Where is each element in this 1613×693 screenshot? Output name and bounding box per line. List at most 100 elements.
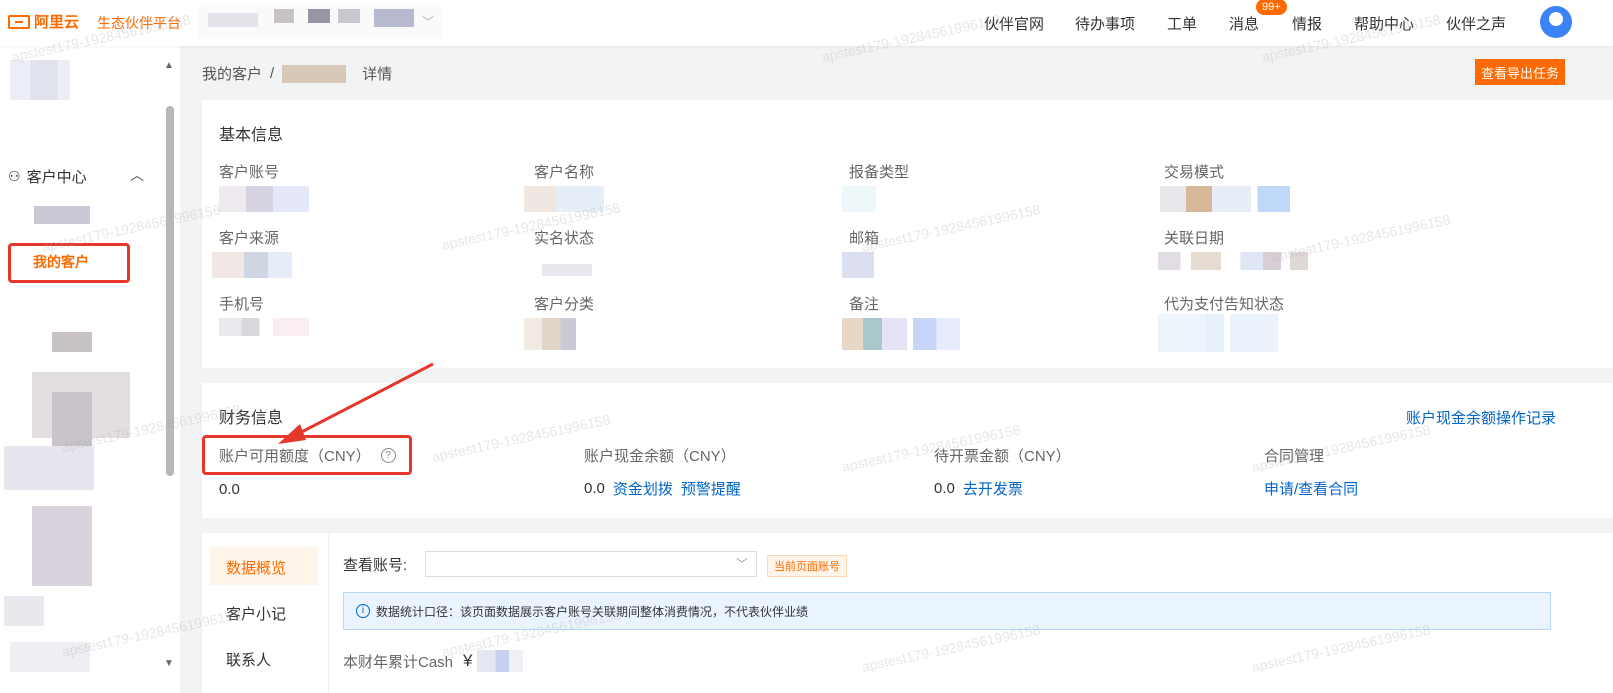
users-icon: ⚇ (8, 168, 21, 184)
redacted-value (542, 264, 592, 276)
chevron-down-icon: ﹀ (421, 15, 434, 29)
fiscal-cash-row: 本财年累计Cash ¥ (343, 650, 523, 672)
redacted-block (30, 60, 58, 100)
redacted-value (1158, 314, 1278, 352)
redacted-block (338, 9, 360, 23)
redacted-value (842, 318, 960, 350)
field-label-link-date: 关联日期 (1164, 230, 1225, 247)
redacted-block (282, 64, 347, 83)
redacted-value (212, 252, 292, 278)
field-label-remark: 备注 (849, 296, 880, 313)
field-label-source: 客户来源 (219, 230, 280, 247)
redacted-value (476, 650, 523, 672)
field-label-category: 客户分类 (534, 296, 595, 313)
info-icon: i (356, 604, 370, 618)
scroll-down-icon[interactable]: ▼ (164, 658, 174, 669)
detail-tab-menu: 数据概览 客户小记 联系人 (210, 547, 318, 685)
redacted-block (4, 596, 44, 626)
balance-log-link[interactable]: 账户现金余额操作记录 (1406, 407, 1556, 428)
chevron-up-icon[interactable]: ︿ (130, 165, 144, 185)
fiscal-cash-label: 本财年累计Cash (343, 653, 454, 671)
currency-symbol: ¥ (463, 651, 473, 670)
invoice-amount-label: 待开票金额（CNY） (934, 448, 1071, 465)
sidebar: ▲ ▼ ⚇ 客户中心 ︿ 我的客户 (0, 46, 180, 693)
redacted-value (219, 318, 309, 336)
logo-icon (8, 14, 30, 29)
redacted-block (10, 642, 90, 672)
basic-info-title: 基本信息 (219, 127, 284, 144)
platform-name: 生态伙伴平台 (97, 15, 181, 31)
contract-link[interactable]: 申请/查看合同 (1264, 478, 1358, 499)
alert-setting-link[interactable]: 预警提醒 (681, 478, 741, 499)
info-notice: i 数据统计口径：该页面数据展示客户账号关联期间整体消费情况，不代表伙伴业绩 (343, 592, 1551, 630)
fund-transfer-link[interactable]: 资金划拨 (613, 478, 673, 499)
sidebar-scrollbar[interactable] (166, 106, 174, 476)
view-export-tasks-button[interactable]: 查看导出任务 (1475, 59, 1565, 85)
contract-label: 合同管理 (1264, 448, 1325, 465)
redacted-value (1158, 252, 1308, 270)
field-label-pay-notice: 代为支付告知状态 (1164, 296, 1285, 313)
sidebar-group-customer-center[interactable]: ⚇ 客户中心 (8, 166, 87, 187)
info-notice-text: 数据统计口径：该页面数据展示客户账号关联期间整体消费情况，不代表伙伴业绩 (376, 604, 809, 619)
redacted-value (524, 186, 604, 212)
sidebar-item-label: 我的客户 (33, 254, 89, 270)
current-account-tag: 当前页面账号 (767, 555, 847, 577)
logo-text: 阿里云 (34, 14, 80, 31)
invoice-amount-row: 0.0 去开发票 (934, 478, 1023, 499)
field-label-account: 客户账号 (219, 164, 280, 181)
sidebar-item-my-customers[interactable]: 我的客户 (8, 243, 130, 283)
aliyun-logo[interactable]: 阿里云 (8, 11, 79, 32)
tab-contacts[interactable]: 联系人 (210, 639, 318, 677)
available-credit-value: 0.0 (219, 481, 240, 498)
tab-data-overview[interactable]: 数据概览 (210, 547, 318, 585)
redacted-value (524, 318, 576, 350)
user-avatar[interactable] (1540, 6, 1572, 38)
redacted-block (52, 332, 92, 352)
breadcrumb-separator: / (270, 65, 275, 82)
redacted-block (32, 506, 92, 586)
nav-todo[interactable]: 待办事项 (1075, 13, 1135, 34)
tab-customer-notes[interactable]: 客户小记 (210, 593, 318, 631)
nav-partner-voice[interactable]: 伙伴之声 (1446, 13, 1506, 34)
issue-invoice-link[interactable]: 去开发票 (963, 478, 1023, 499)
invoice-amount-value: 0.0 (934, 480, 955, 497)
redacted-block (208, 13, 258, 27)
nav-help[interactable]: 帮助中心 (1354, 13, 1414, 34)
field-label-phone: 手机号 (219, 296, 265, 313)
chevron-down-icon: ﹀ (735, 557, 748, 571)
nav-messages[interactable]: 消息 (1229, 13, 1259, 34)
top-header: 阿里云 生态伙伴平台 ﹀ 伙伴官网 待办事项 工单 消息 99+ 情报 帮助中心… (0, 0, 1613, 46)
scroll-up-icon[interactable]: ▲ (164, 60, 174, 71)
field-label-email: 邮箱 (849, 230, 880, 247)
basic-info-card: 基本信息 客户账号 客户名称 报备类型 交易模式 客户来源 实名状态 邮箱 关联… (202, 100, 1613, 368)
message-count-badge: 99+ (1256, 0, 1287, 15)
redacted-value (842, 186, 876, 212)
account-switcher[interactable]: ﹀ (198, 5, 442, 37)
redacted-block (308, 9, 330, 23)
breadcrumb-current: 详情 (362, 66, 393, 83)
cash-balance-row: 0.0 资金划拨 预警提醒 (584, 478, 741, 499)
redacted-block (274, 9, 294, 23)
redacted-value (842, 252, 874, 278)
cash-balance-value: 0.0 (584, 480, 605, 497)
field-label-name: 客户名称 (534, 164, 595, 181)
field-label-report-type: 报备类型 (849, 164, 910, 181)
cash-balance-label: 账户现金余额（CNY） (584, 448, 736, 465)
redacted-block (4, 446, 94, 490)
tab-divider (328, 533, 329, 693)
field-label-trade-mode: 交易模式 (1164, 164, 1225, 181)
redacted-value (1160, 186, 1290, 212)
redacted-block (374, 9, 414, 27)
nav-intel[interactable]: 情报 (1292, 13, 1322, 34)
redacted-block (52, 392, 92, 452)
nav-partner-site[interactable]: 伙伴官网 (984, 13, 1044, 34)
redacted-block (34, 206, 90, 224)
field-label-realname: 实名状态 (534, 230, 595, 247)
view-account-label: 查看账号: (343, 557, 408, 574)
redacted-value (219, 186, 309, 212)
breadcrumb-root[interactable]: 我的客户 (202, 63, 262, 84)
view-account-select[interactable]: ﹀ (425, 551, 757, 577)
annotation-arrow-icon (278, 362, 434, 444)
nav-ticket[interactable]: 工单 (1167, 13, 1197, 34)
breadcrumb: 我的客户 / 详情 (202, 63, 392, 84)
